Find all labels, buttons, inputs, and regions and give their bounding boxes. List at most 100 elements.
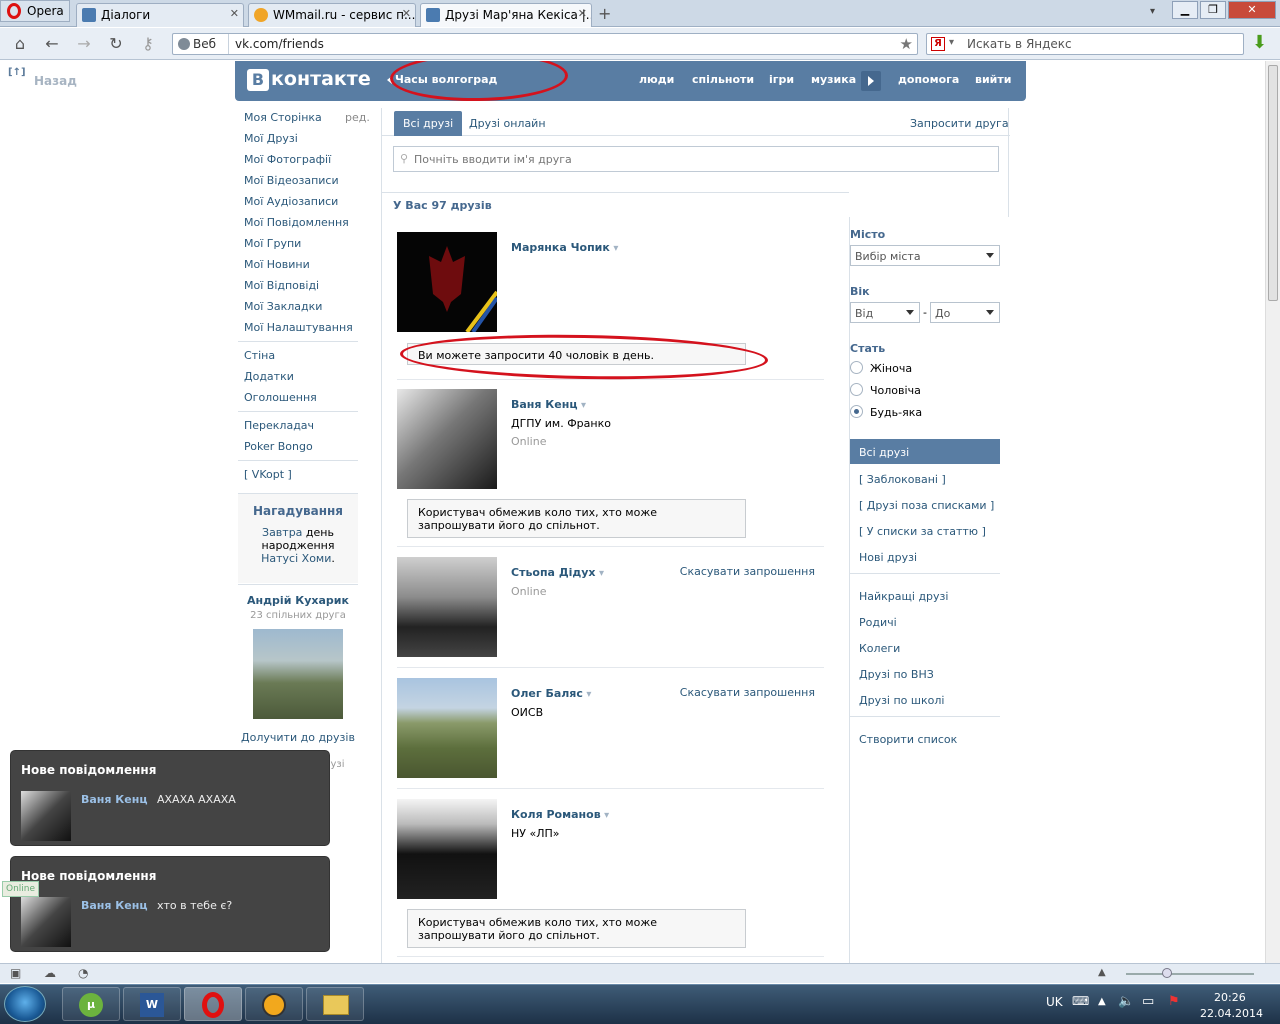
zoom-slider-handle[interactable]	[1162, 968, 1172, 978]
tab-vk-friends[interactable]: Друзі Мар'яна Кекіса |... ✕	[420, 3, 592, 27]
reload-icon[interactable]: ↻	[106, 34, 126, 54]
friend-name[interactable]: Олег Баляс	[511, 687, 591, 700]
menu-my-friends[interactable]: Мої Друзі	[244, 132, 298, 145]
list-relatives[interactable]: Родичі	[859, 616, 897, 629]
age-from-select[interactable]: Від	[850, 302, 920, 323]
clock-time[interactable]: 20:26	[1214, 991, 1246, 1004]
list-new-friends[interactable]: Нові друзі	[859, 551, 917, 564]
menu-vkopt[interactable]: [ VKopt ]	[244, 468, 292, 481]
tab-list-icon[interactable]: ▾	[1150, 6, 1155, 17]
invite-friend-link[interactable]: Запросити друга	[910, 117, 1009, 130]
cloud-icon[interactable]: ☁	[44, 966, 56, 980]
sender-name[interactable]: Ваня Кенц	[81, 793, 148, 806]
tray-expand-icon[interactable]: ▲	[1098, 996, 1106, 1007]
panel-toggle-icon[interactable]: ▣	[10, 966, 21, 980]
suggested-friend-photo[interactable]	[253, 629, 343, 719]
menu-my-photos[interactable]: Мої Фотографії	[244, 153, 331, 166]
action-center-icon[interactable]: ⚑	[1168, 994, 1180, 1009]
page-scrollbar[interactable]	[1265, 61, 1280, 963]
keyboard-icon[interactable]: ⌨	[1072, 994, 1089, 1008]
nav-communities[interactable]: спільноти	[692, 73, 754, 86]
list-university[interactable]: Друзі по ВНЗ	[859, 668, 934, 681]
menu-my-videos[interactable]: Мої Відеозаписи	[244, 174, 339, 187]
clock-date[interactable]: 22.04.2014	[1200, 1007, 1263, 1020]
add-friend-link[interactable]: Долучити до друзів	[238, 731, 358, 744]
menu-my-news[interactable]: Мої Новини	[244, 258, 310, 271]
age-to-select[interactable]: До	[930, 302, 1000, 323]
close-window-icon[interactable]: ✕	[1228, 1, 1276, 19]
friend-name[interactable]: Коля Романов	[511, 808, 609, 821]
nav-people[interactable]: люди	[639, 73, 674, 86]
menu-my-answers[interactable]: Мої Відповіді	[244, 279, 319, 292]
forward-arrow-icon[interactable]: →	[74, 34, 94, 54]
start-button-icon[interactable]	[4, 986, 46, 1022]
download-icon[interactable]: ⬇	[1252, 34, 1270, 52]
sex-female-radio[interactable]: Жіноча	[850, 361, 912, 375]
play-more-icon[interactable]	[861, 71, 881, 91]
volume-icon[interactable]: 🔈	[1118, 994, 1134, 1009]
new-tab-icon[interactable]: +	[598, 4, 611, 23]
nav-music[interactable]: музика	[811, 73, 856, 86]
friend-photo[interactable]	[397, 678, 497, 778]
friend-name[interactable]: Марянка Чопик	[511, 241, 618, 254]
home-icon[interactable]: ⌂	[10, 34, 30, 54]
list-unlisted[interactable]: [ Друзі поза списками ]	[859, 499, 994, 512]
opera-taskbar-icon[interactable]	[184, 987, 242, 1021]
list-by-gender[interactable]: [ У списки за статтю ]	[859, 525, 986, 538]
list-best-friends[interactable]: Найкращі друзі	[859, 590, 948, 603]
menu-my-bookmarks[interactable]: Мої Закладки	[244, 300, 322, 313]
friend-photo[interactable]	[397, 557, 497, 657]
yandex-search-field[interactable]: Я ▾ Искать в Яндекс	[926, 33, 1244, 55]
menu-my-groups[interactable]: Мої Групи	[244, 237, 301, 250]
restore-icon[interactable]: ❐	[1200, 1, 1226, 19]
sender-name[interactable]: Ваня Кенц	[81, 899, 148, 912]
tab-friends-online[interactable]: Друзі онлайн	[469, 117, 546, 130]
list-colleagues[interactable]: Колеги	[859, 642, 900, 655]
menu-my-settings[interactable]: Мої Налаштування	[244, 321, 353, 334]
web-indicator[interactable]: Веб	[173, 34, 229, 54]
close-tab-icon[interactable]: ✕	[578, 7, 587, 20]
cancel-invitation-link[interactable]: Скасувати запрошення	[680, 565, 815, 578]
message-notification[interactable]: Нове повідомлення Ваня Кенц хто в тебе є…	[10, 856, 330, 952]
sex-any-radio[interactable]: Будь-яка	[850, 405, 922, 419]
friend-name[interactable]: Стьопа Дідух	[511, 566, 604, 579]
minimize-icon[interactable]: ▁	[1172, 1, 1198, 19]
edit-link[interactable]: ред.	[345, 111, 370, 124]
word-taskbar-icon[interactable]: W	[123, 987, 181, 1021]
friend-photo[interactable]	[397, 232, 499, 334]
aimp-taskbar-icon[interactable]	[245, 987, 303, 1021]
friend-photo[interactable]	[397, 799, 497, 899]
scrollbar-thumb[interactable]	[1268, 65, 1278, 301]
city-select[interactable]: Вибір міста	[850, 245, 1000, 266]
bookmark-star-icon[interactable]: ★	[900, 35, 913, 53]
friend-photo[interactable]	[397, 389, 497, 489]
speed-dial-icon[interactable]: ◔	[78, 966, 88, 980]
friend-search-input[interactable]: ⚲ Почніть вводити ім'я друга	[393, 146, 999, 172]
menu-ads[interactable]: Оголошення	[244, 391, 317, 404]
network-icon[interactable]: ▭	[1142, 994, 1154, 1009]
message-notification[interactable]: Нове повідомлення Ваня Кенц АХАХА АХАХА	[10, 750, 330, 846]
tab-dialogs[interactable]: Діалоги ✕	[76, 3, 244, 27]
opera-menu-button[interactable]: Opera	[0, 0, 70, 22]
menu-wall[interactable]: Стіна	[244, 349, 275, 362]
cancel-invitation-link[interactable]: Скасувати запрошення	[680, 686, 815, 699]
nav-help[interactable]: допомога	[898, 73, 959, 86]
reminder-tomorrow-link[interactable]: Завтра	[262, 526, 302, 539]
language-indicator[interactable]: UK	[1046, 995, 1063, 1009]
back-arrow-icon[interactable]: ←	[42, 34, 62, 54]
reminder-person-link[interactable]: Натусі Хоми	[261, 552, 331, 565]
explorer-taskbar-icon[interactable]	[306, 987, 364, 1021]
list-blocked[interactable]: [ Заблоковані ]	[859, 473, 946, 486]
list-school[interactable]: Друзі по школі	[859, 694, 944, 707]
vk-logo[interactable]: Вконтакте	[247, 68, 371, 91]
close-tab-icon[interactable]: ✕	[402, 7, 411, 20]
key-icon[interactable]: ⚷	[138, 34, 158, 54]
close-tab-icon[interactable]: ✕	[230, 7, 239, 20]
nav-logout[interactable]: вийти	[975, 73, 1011, 86]
menu-my-page[interactable]: Моя Сторінка	[244, 111, 322, 124]
zoom-slider-track[interactable]	[1126, 973, 1254, 975]
tab-wmmail[interactable]: WMmail.ru - сервис п... ✕	[248, 3, 416, 27]
sex-male-radio[interactable]: Чоловіча	[850, 383, 921, 397]
nav-games[interactable]: ігри	[769, 73, 794, 86]
status-text[interactable]: Часы волгоград	[386, 73, 497, 86]
